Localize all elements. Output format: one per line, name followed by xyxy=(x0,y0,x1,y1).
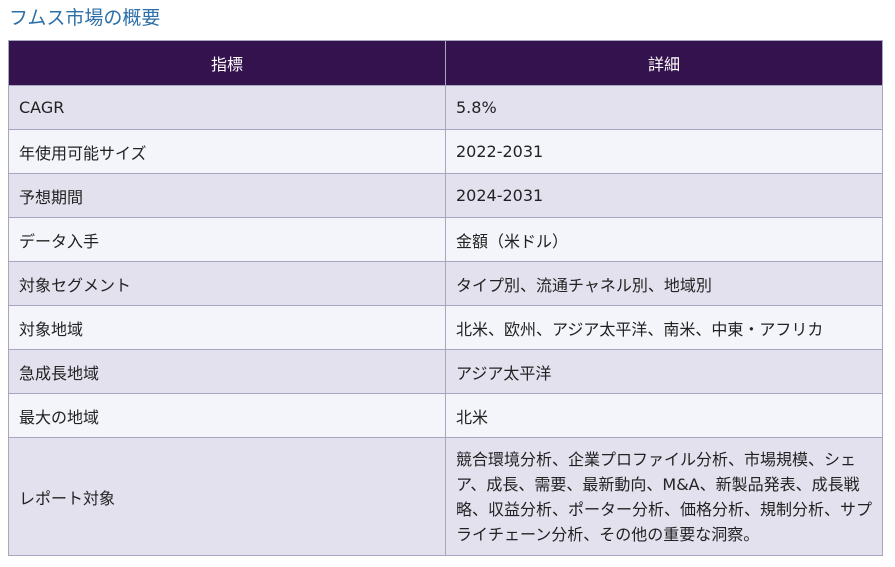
metric-cell: 対象地域 xyxy=(8,305,446,350)
table-row: 急成長地域 アジア太平洋 xyxy=(8,349,883,394)
detail-cell: 金額（米ドル） xyxy=(445,217,883,262)
detail-cell: 北米 xyxy=(445,393,883,438)
table-row: データ入手 金額（米ドル） xyxy=(8,217,883,262)
table-row: レポート対象 競合環境分析、企業プロファイル分析、市場規模、シェア、成長、需要、… xyxy=(8,437,883,556)
metric-cell: 対象セグメント xyxy=(8,261,446,306)
metric-cell: 予想期間 xyxy=(8,173,446,218)
detail-cell: 5.8% xyxy=(445,85,883,130)
metric-cell: データ入手 xyxy=(8,217,446,262)
detail-cell: 北米、欧州、アジア太平洋、南米、中東・アフリカ xyxy=(445,305,883,350)
table-row: 対象セグメント タイプ別、流通チャネル別、地域別 xyxy=(8,261,883,306)
metric-cell: 年使用可能サイズ xyxy=(8,129,446,174)
column-header-detail: 詳細 xyxy=(445,40,883,86)
detail-cell: 2022-2031 xyxy=(445,129,883,174)
detail-cell: 2024-2031 xyxy=(445,173,883,218)
column-header-metric: 指標 xyxy=(8,40,446,86)
metric-cell: 最大の地域 xyxy=(8,393,446,438)
detail-cell: タイプ別、流通チャネル別、地域別 xyxy=(445,261,883,306)
metric-cell: CAGR xyxy=(8,85,446,130)
detail-cell: 競合環境分析、企業プロファイル分析、市場規模、シェア、成長、需要、最新動向、M&… xyxy=(445,437,883,556)
table-row: 年使用可能サイズ 2022-2031 xyxy=(8,129,883,174)
detail-cell: アジア太平洋 xyxy=(445,349,883,394)
table-row: 最大の地域 北米 xyxy=(8,393,883,438)
metric-cell: レポート対象 xyxy=(8,437,446,556)
table-row: CAGR 5.8% xyxy=(8,85,883,130)
metric-cell: 急成長地域 xyxy=(8,349,446,394)
table-row: 対象地域 北米、欧州、アジア太平洋、南米、中東・アフリカ xyxy=(8,305,883,350)
market-overview-table: 指標 詳細 CAGR 5.8% 年使用可能サイズ 2022-2031 予想期間 … xyxy=(8,40,883,556)
table-row: 予想期間 2024-2031 xyxy=(8,173,883,218)
table-header-row: 指標 詳細 xyxy=(8,40,883,86)
page-title: フムス市場の概要 xyxy=(9,7,161,29)
